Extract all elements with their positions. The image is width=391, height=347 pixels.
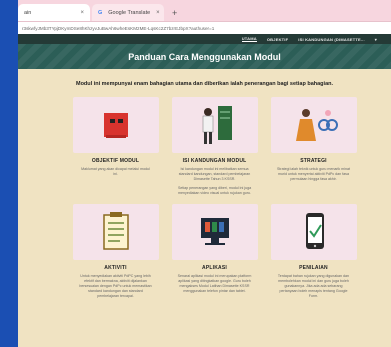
sections-grid: OBJEKTIF MODUL Maklumat yang akan dicapa… — [38, 97, 391, 299]
card-text: Isi kandungan modul ini melibatkan semua… — [178, 167, 251, 181]
application-illustration-icon — [171, 204, 258, 260]
browser-window: ain × G Google Translate × + r3skwfyJMb3… — [18, 0, 391, 347]
site-nav: UTAMA OBJEKTIF ISI KANDUNGAN (DIMASETTE.… — [18, 34, 391, 44]
card-title: OBJEKTIF MODUL — [91, 158, 140, 164]
card-text: Terdapat bahan rujukan yang digunakan da… — [277, 274, 350, 298]
nav-item-isi-kandungan[interactable]: ISI KANDUNGAN (DIMASETTE... — [298, 37, 365, 42]
card-aktiviti: AKTIVITI Untuk menyediakan aktiviti PdPC… — [72, 204, 159, 299]
card-objektif: OBJEKTIF MODUL Maklumat yang akan dicapa… — [72, 97, 159, 196]
card-title: AKTIVITI — [104, 265, 127, 271]
close-icon[interactable]: × — [156, 10, 160, 16]
card-isi-kandungan: ISI KANDUNGAN MODUL Isi kandungan modul … — [171, 97, 258, 196]
card-title: ISI KANDUNGAN MODUL — [182, 158, 247, 164]
close-icon[interactable]: × — [80, 10, 84, 16]
card-text: Strategi ialah teknik untuk guru menarik… — [277, 167, 350, 181]
tab-bar: ain × G Google Translate × + — [18, 0, 391, 22]
tab-label: ain — [24, 9, 32, 16]
nav-item-utama[interactable]: UTAMA — [241, 36, 257, 42]
google-icon: G — [98, 9, 103, 16]
tab-google-translate[interactable]: G Google Translate × — [92, 4, 164, 21]
card-title: PENILAIAN — [299, 265, 328, 271]
card-penilaian: PENILAIAN Terdapat bahan rujukan yang di… — [270, 204, 357, 299]
new-tab-button[interactable]: + — [166, 8, 183, 21]
intro-text: Modul ini mempunyai enam bahagian utama … — [75, 81, 334, 87]
address-bar[interactable]: r3skwfyJMb3TYpjDKymDSe8hKhzyvJuBwAh6wheE… — [18, 22, 391, 34]
page-banner: Panduan Cara Menggunakan Modul — [18, 44, 391, 69]
card-text: Senarai aplikasi modul ini merupakan pla… — [177, 274, 252, 293]
objective-illustration-icon — [72, 97, 159, 153]
card-text: Maklumat yang akan dicapai melalui modul… — [81, 167, 150, 176]
tab-current[interactable]: ain × — [18, 4, 90, 21]
chevron-down-icon[interactable]: ▾ — [375, 37, 377, 42]
tab-label: Google Translate — [108, 9, 151, 16]
content-illustration-icon — [171, 97, 258, 153]
page-title: Panduan Cara Menggunakan Modul — [128, 51, 281, 62]
strategy-illustration-icon — [270, 97, 357, 153]
card-title: STRATEGI — [300, 158, 327, 164]
card-aplikasi: APLIKASI Senarai aplikasi modul ini meru… — [171, 204, 258, 299]
nav-item-objektif[interactable]: OBJEKTIF — [267, 37, 288, 42]
assessment-illustration-icon — [270, 204, 357, 260]
card-text: Untuk menyediakan aktiviti PdPC yang leb… — [79, 274, 152, 298]
card-text: Setiap penerangan yang diberi, modul ini… — [177, 186, 252, 195]
card-strategi: STRATEGI Strategi ialah teknik untuk gur… — [270, 97, 357, 196]
activity-illustration-icon — [72, 204, 159, 260]
card-title: APLIKASI — [202, 265, 227, 271]
address-text: r3skwfyJMb3TYpjDKymDSe8hKhzyvJuBwAh6wheE… — [22, 25, 215, 31]
